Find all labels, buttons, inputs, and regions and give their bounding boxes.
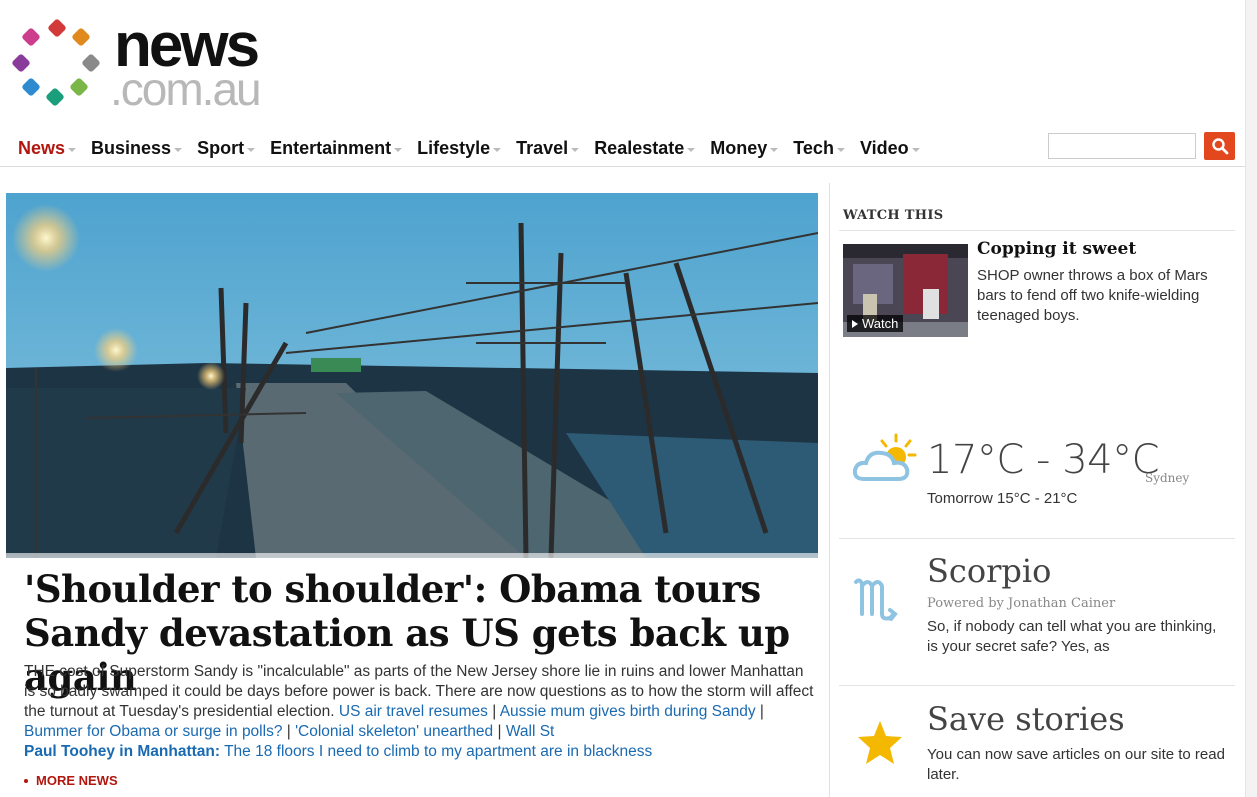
hero-summary: THE cost of Superstorm Sandy is "incalcu… <box>24 663 814 760</box>
site-logo[interactable]: news .com.au <box>10 15 280 115</box>
play-icon <box>852 319 858 328</box>
related-link[interactable]: Wall St <box>506 723 555 740</box>
nav-item-travel[interactable]: Travel <box>516 138 580 159</box>
chevron-down-icon <box>836 147 845 152</box>
nav-item-money[interactable]: Money <box>710 138 779 159</box>
hero-story: 'Shoulder to shoulder': Obama tours Sand… <box>6 193 818 797</box>
nav-item-video[interactable]: Video <box>860 138 920 159</box>
related-link[interactable]: 'Colonial skeleton' unearthed <box>295 723 493 740</box>
section-divider <box>839 685 1235 686</box>
watch-badge[interactable]: Watch <box>847 315 904 332</box>
partly-sunny-icon <box>852 433 917 481</box>
chevron-down-icon <box>770 147 779 152</box>
nav-divider <box>0 166 1245 167</box>
byline-link[interactable]: The 18 floors I need to climb to my apar… <box>224 743 652 760</box>
chevron-down-icon <box>174 147 183 152</box>
weather-tomorrow: Tomorrow 15°C - 21°C <box>927 490 1078 507</box>
chevron-down-icon <box>493 147 502 152</box>
watch-section-title: WATCH THIS <box>843 208 944 223</box>
search-icon <box>1211 138 1228 155</box>
chevron-down-icon <box>247 147 256 152</box>
chevron-down-icon <box>571 147 580 152</box>
section-divider <box>839 230 1235 231</box>
section-divider <box>839 538 1235 539</box>
weather-temperature[interactable]: 17°C - 34°C <box>927 437 1160 483</box>
page-scrollbar[interactable] <box>1245 0 1257 797</box>
horoscope-powered-by: Powered by Jonathan Cainer <box>927 596 1116 611</box>
horoscope-text: So, if nobody can tell what you are thin… <box>927 618 1217 655</box>
related-link[interactable]: Aussie mum gives birth during Sandy <box>500 703 756 720</box>
star-icon <box>858 721 902 764</box>
save-stories-description: You can now save articles on our site to… <box>927 746 1225 783</box>
logo-domain: .com.au <box>110 63 262 115</box>
hero-image[interactable] <box>6 193 818 558</box>
nav-item-entertainment[interactable]: Entertainment <box>270 138 403 159</box>
search-input[interactable] <box>1048 133 1196 159</box>
more-news-link[interactable]: MORE NEWS <box>24 773 118 788</box>
nav-item-sport[interactable]: Sport <box>197 138 256 159</box>
byline: Paul Toohey in Manhattan: <box>24 743 221 760</box>
nav-item-business[interactable]: Business <box>91 138 183 159</box>
chevron-down-icon <box>911 147 920 152</box>
nav-item-lifestyle[interactable]: Lifestyle <box>417 138 502 159</box>
horoscope-sign[interactable]: Scorpio <box>927 552 1051 590</box>
column-divider <box>829 183 830 797</box>
related-link[interactable]: US air travel resumes <box>339 703 488 720</box>
nav-item-news[interactable]: News <box>18 138 77 159</box>
watch-description: SHOP owner throws a box of Mars bars to … <box>977 267 1208 324</box>
weather-city[interactable]: Sydney <box>1145 471 1189 485</box>
chevron-down-icon <box>394 147 403 152</box>
search-button[interactable] <box>1204 132 1235 160</box>
nav-item-realestate[interactable]: Realestate <box>594 138 696 159</box>
scorpio-icon <box>854 578 898 621</box>
chevron-down-icon <box>68 147 77 152</box>
nav-item-tech[interactable]: Tech <box>793 138 845 159</box>
bullet-icon <box>24 778 28 783</box>
watch-headline[interactable]: Copping it sweet <box>977 239 1136 259</box>
save-stories-title[interactable]: Save stories <box>927 700 1125 738</box>
chevron-down-icon <box>687 147 696 152</box>
video-thumbnail[interactable]: Watch <box>843 244 968 337</box>
related-link[interactable]: Bummer for Obama or surge in polls? <box>24 723 282 740</box>
logo-dots-icon <box>10 18 102 110</box>
main-nav: News Business Sport Entertainment Lifest… <box>18 136 935 160</box>
